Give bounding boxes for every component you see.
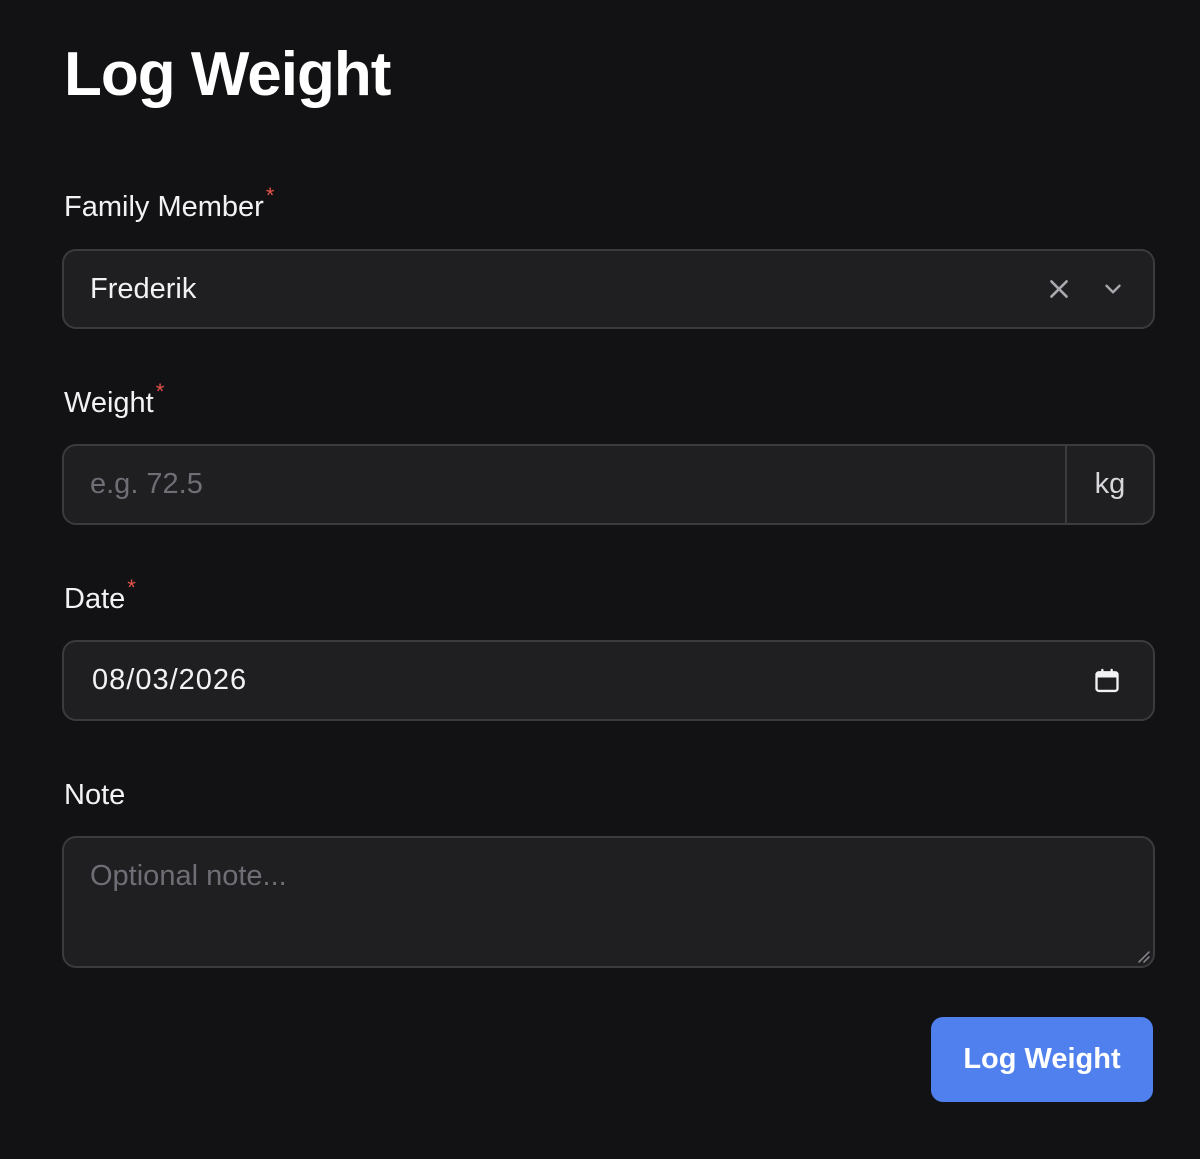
- weight-label: Weight*: [64, 381, 164, 419]
- required-mark: *: [155, 379, 165, 404]
- family-member-label: Family Member*: [64, 185, 274, 223]
- date-label-text: Date: [64, 583, 126, 615]
- note-label: Note: [64, 781, 125, 810]
- required-mark: *: [127, 575, 136, 600]
- note-textarea[interactable]: [64, 838, 1153, 966]
- note-field: [62, 836, 1155, 968]
- date-value: 08/03/2026: [92, 664, 248, 696]
- log-weight-button[interactable]: Log Weight: [931, 1017, 1153, 1102]
- date-input[interactable]: 08/03/2026: [62, 640, 1155, 721]
- close-icon[interactable]: [1039, 269, 1079, 309]
- note-label-text: Note: [64, 779, 126, 811]
- resize-handle-icon[interactable]: [1135, 948, 1151, 964]
- date-label: Date*: [64, 577, 136, 615]
- family-member-label-text: Family Member: [64, 191, 264, 223]
- weight-input-group: kg: [62, 444, 1155, 525]
- weight-unit-addon: kg: [1065, 446, 1153, 523]
- weight-label-text: Weight: [64, 387, 154, 419]
- weight-input[interactable]: [64, 446, 1065, 523]
- log-weight-page: Log Weight Family Member* Frederik Weigh…: [0, 0, 1200, 1159]
- family-member-selected-value: Frederik: [90, 272, 197, 305]
- family-member-select[interactable]: Frederik: [62, 249, 1155, 329]
- page-title: Log Weight: [64, 40, 391, 109]
- calendar-icon[interactable]: [1087, 661, 1127, 701]
- chevron-down-icon[interactable]: [1093, 269, 1133, 309]
- required-mark: *: [265, 183, 275, 208]
